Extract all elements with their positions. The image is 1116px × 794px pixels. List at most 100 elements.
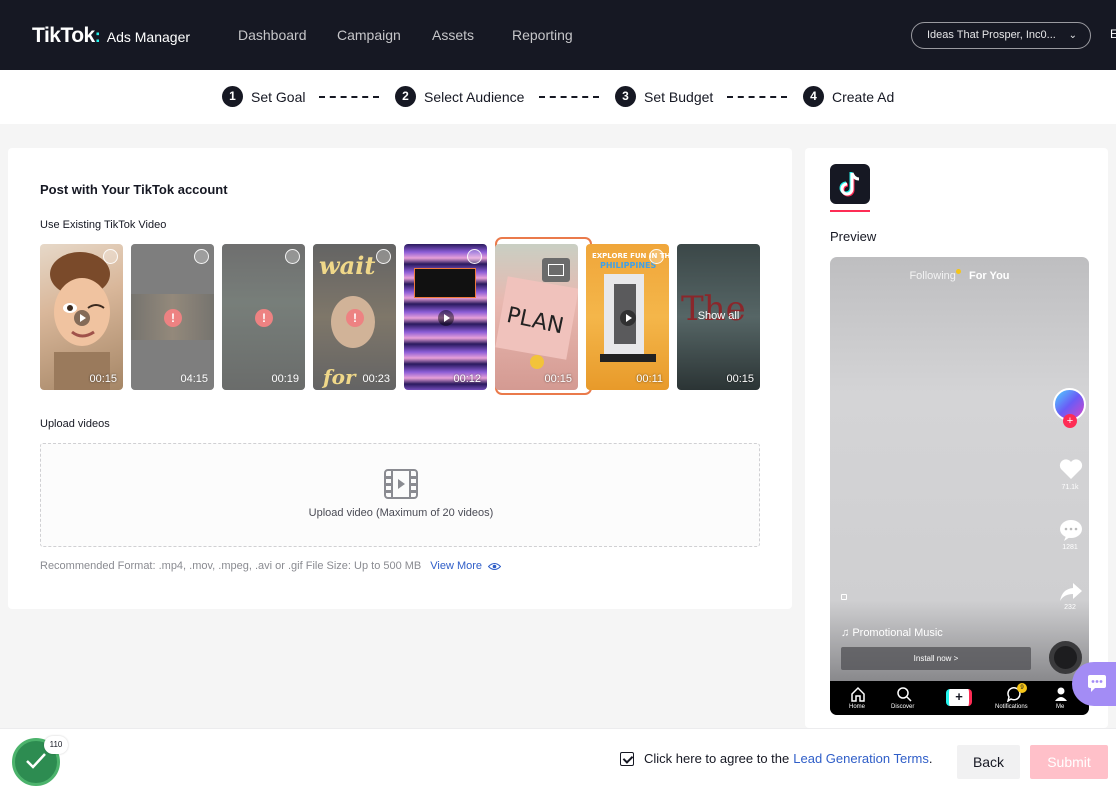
terms-checkbox[interactable] [620, 751, 634, 766]
upload-videos-label: Upload videos [40, 418, 110, 430]
logo-colon-glyph: : [94, 26, 101, 46]
phone-preview: Following For You + 71.1k 1281 232 ♫ Pro… [830, 257, 1089, 715]
comment-count: 1281 [1062, 544, 1078, 551]
wait-text-graphic: wait for [319, 251, 375, 389]
video-duration: 00:19 [271, 373, 299, 385]
top-nav: TikTok: Ads Manager Dashboard Campaign A… [0, 0, 1116, 70]
select-circle[interactable] [649, 249, 664, 264]
account-selector[interactable]: Ideas That Prosper, Inc0... ⌄ [911, 22, 1091, 49]
section-title: Post with Your TikTok account [40, 182, 228, 197]
video-duration: 00:15 [89, 373, 117, 385]
video-frame [131, 294, 214, 340]
sponsor-icon [841, 594, 847, 600]
film-icon [384, 469, 418, 499]
video-selection-card: Post with Your TikTok account Use Existi… [8, 148, 792, 609]
following-dot [956, 269, 961, 274]
tab-following: Following [909, 270, 956, 282]
step-set-goal: 1 Set Goal [222, 86, 305, 107]
video-caption-frame [414, 268, 476, 298]
preview-label: Preview [830, 229, 877, 244]
music-note-icon: ♫ [841, 627, 850, 639]
chevron-down-icon: ⌄ [1068, 30, 1077, 41]
phone-bottom-nav: Home Discover + 9 Notifications Me [830, 681, 1089, 715]
comment-icon [1060, 520, 1082, 541]
back-button[interactable]: Back [957, 745, 1020, 779]
pip-icon [542, 258, 570, 282]
nav-notifications-label: Notifications [995, 704, 1028, 710]
video-duration: 00:15 [726, 373, 754, 385]
pip-icon-frame [548, 264, 564, 276]
show-all-label[interactable]: Show all [677, 310, 760, 322]
video-duration: 00:12 [453, 373, 481, 385]
eye-icon[interactable] [488, 562, 502, 571]
share-icon [1060, 583, 1082, 601]
install-now-cta: Install now > [841, 647, 1031, 670]
submit-button[interactable]: Submit [1030, 745, 1108, 779]
like-count: 71.1k [1061, 484, 1079, 491]
step-label: Set Goal [251, 88, 306, 105]
profile-icon [1055, 687, 1067, 701]
svg-text:for: for [321, 365, 357, 389]
discover-icon [897, 687, 912, 702]
tab-for-you: For You [968, 270, 1010, 282]
chat-bubble-icon [1088, 675, 1106, 692]
show-all-thumbnail[interactable]: The Show all 00:15 [677, 244, 760, 390]
video-thumbnail: ! 00:19 [222, 244, 305, 390]
view-more-link[interactable]: View More [430, 560, 482, 572]
progress-count-badge: 110 [44, 736, 68, 754]
heart-icon [1059, 459, 1083, 479]
footer-bar: 110 Click here to agree to the Lead Gene… [0, 728, 1116, 794]
step-create-ad: 4 Create Ad [803, 86, 894, 107]
preview-panel: Preview Following For You + 71.1k 1281 2… [805, 148, 1108, 728]
logo-subtext: Ads Manager [106, 29, 191, 45]
step-number: 4 [803, 86, 824, 107]
step-label: Select Audience [424, 88, 525, 105]
select-circle[interactable] [103, 249, 118, 264]
nav-dashboard[interactable]: Dashboard [238, 27, 307, 43]
play-icon [620, 310, 636, 326]
play-icon [438, 310, 454, 326]
step-connector [319, 96, 379, 98]
nav-assets[interactable]: Assets [432, 27, 474, 43]
agree-text: Click here to agree to the [644, 751, 790, 766]
step-set-budget: 3 Set Budget [615, 86, 713, 107]
nav-campaign[interactable]: Campaign [337, 27, 401, 43]
account-name: Ideas That Prosper, Inc0... [927, 29, 1056, 41]
warning-icon: ! [255, 309, 273, 327]
video-thumbnail: ! 04:15 [131, 244, 214, 390]
step-label: Set Budget [644, 88, 714, 105]
upload-instruction: Upload video (Maximum of 20 videos) [308, 507, 494, 519]
placement-active-indicator [830, 210, 870, 212]
nav-truncated-item[interactable]: E [1110, 27, 1116, 41]
tiktok-note-icon [839, 172, 860, 197]
chat-support-button[interactable] [1072, 662, 1116, 706]
nav-reporting[interactable]: Reporting [512, 27, 573, 43]
video-thumbnail[interactable]: EXPLORE FUN IN THE PHILIPPINES 00:11 [586, 244, 669, 390]
video-duration: 00:11 [636, 373, 663, 385]
nav-me-label: Me [1056, 704, 1065, 710]
follow-plus-icon: + [1063, 414, 1077, 428]
progress-stepper: 1 Set Goal 2 Select Audience 3 Set Budge… [0, 70, 1116, 124]
video-duration: 04:15 [180, 373, 208, 385]
share-count: 232 [1064, 604, 1076, 611]
svg-text:PHILIPPINES: PHILIPPINES [600, 261, 656, 270]
select-circle [285, 249, 300, 264]
video-duration: 00:23 [362, 373, 390, 385]
logo-text: TikTok [32, 24, 95, 47]
existing-video-label: Use Existing TikTok Video [40, 219, 167, 231]
video-thumbnail: wait for ! 00:23 [313, 244, 396, 390]
select-circle[interactable] [467, 249, 482, 264]
step-connector [539, 96, 599, 98]
warning-icon: ! [346, 309, 364, 327]
warning-icon: ! [164, 309, 182, 327]
video-thumbnail-selected[interactable]: PLAN 00:15 [495, 244, 578, 390]
step-label: Create Ad [832, 88, 895, 105]
tiktok-ads-logo[interactable]: TikTok: Ads Manager [32, 24, 190, 48]
lead-generation-terms-link[interactable]: Lead Generation Terms [793, 751, 929, 766]
upload-dropzone[interactable]: Upload video (Maximum of 20 videos) [40, 443, 760, 547]
step-number: 2 [395, 86, 416, 107]
select-circle [376, 249, 391, 264]
video-thumbnail[interactable]: 00:15 [40, 244, 123, 390]
video-thumbnail[interactable]: 00:12 [404, 244, 487, 390]
tiktok-placement-icon[interactable] [830, 164, 870, 204]
